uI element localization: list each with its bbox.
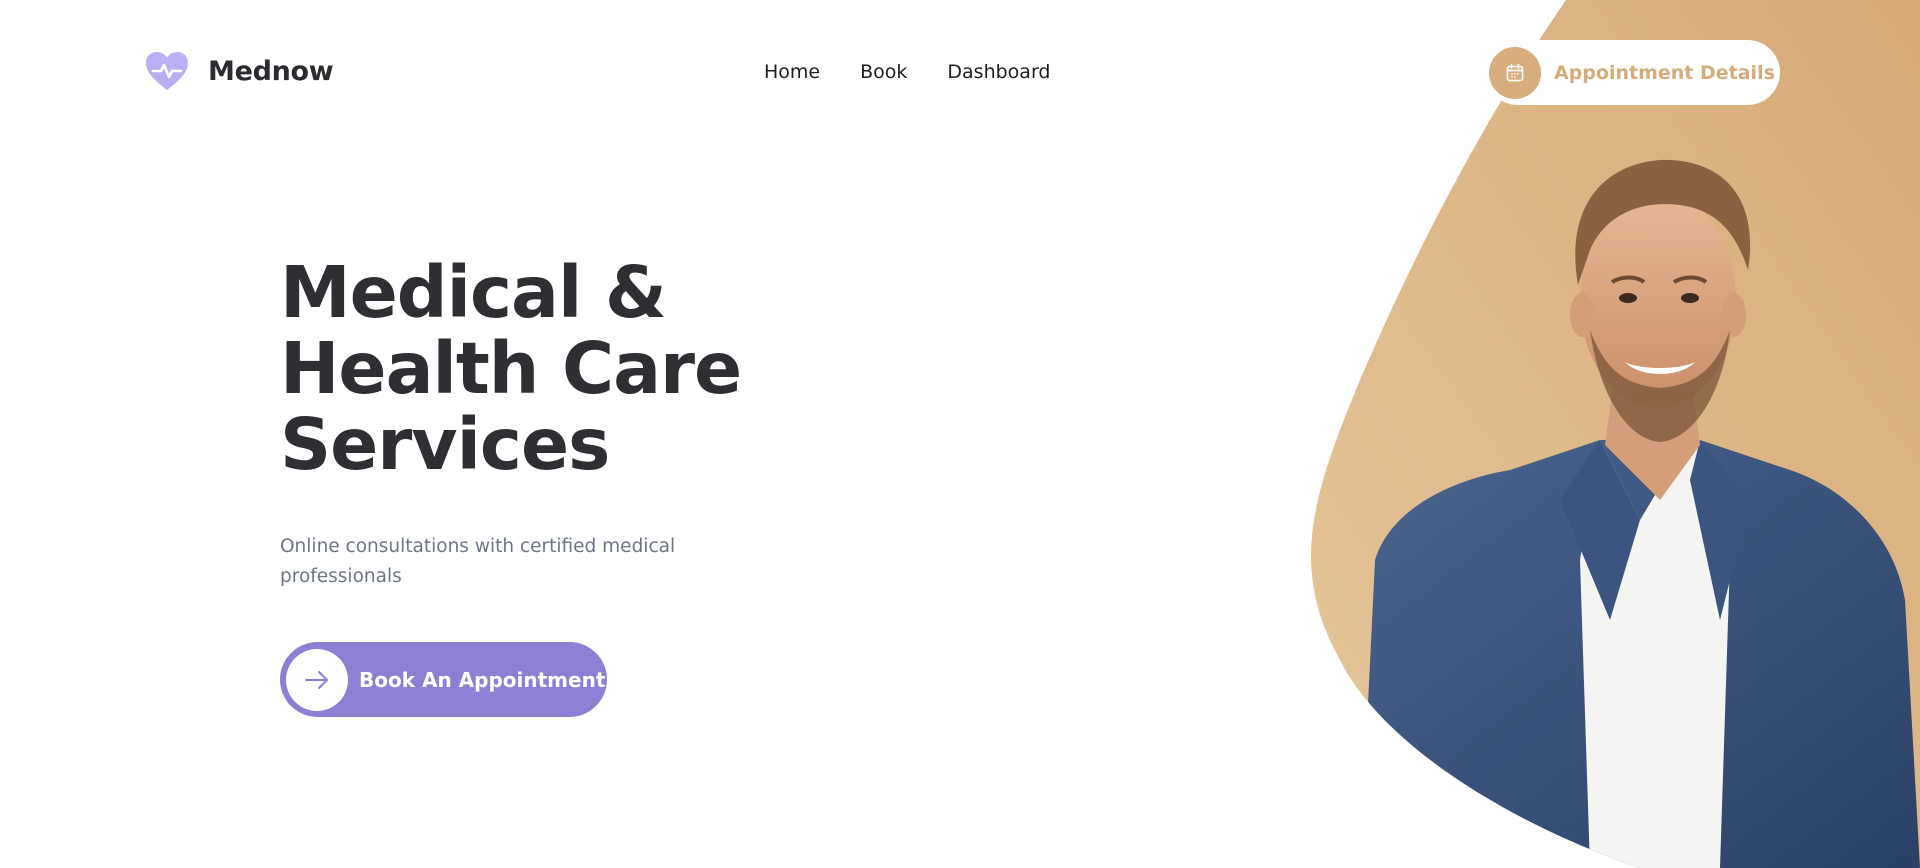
nav-home[interactable]: Home [764,61,820,83]
nav-book[interactable]: Book [860,61,907,83]
book-appointment-label: Book An Appointment [359,667,606,692]
hero-title-line-2: Health Care [280,327,742,410]
hero-subtitle: Online consultations with certified medi… [280,536,676,587]
brand-name: Mednow [208,55,334,87]
heart-pulse-icon [146,52,188,90]
appointment-details-label: Appointment Details [1554,61,1775,84]
arrow-right-icon [305,670,328,689]
brand-logo[interactable]: Mednow [144,50,334,92]
hero-title-line-3: Services [280,403,610,486]
cta-icon-circle [286,648,348,711]
nav-dashboard[interactable]: Dashboard [947,61,1050,83]
book-appointment-button[interactable]: Book An Appointment [280,642,607,717]
main-nav: Home Book Dashboard [764,61,1051,83]
appointment-details-button[interactable]: Appointment Details [1485,40,1780,105]
landing-page: Mednow Home Book Dashboard Appointment D… [0,0,1920,868]
calendar-icon [1506,63,1524,81]
hero-title-line-1: Medical & [280,251,667,334]
calendar-icon-badge [1489,46,1541,99]
hero-title: Medical & Health Care Services [280,251,742,486]
